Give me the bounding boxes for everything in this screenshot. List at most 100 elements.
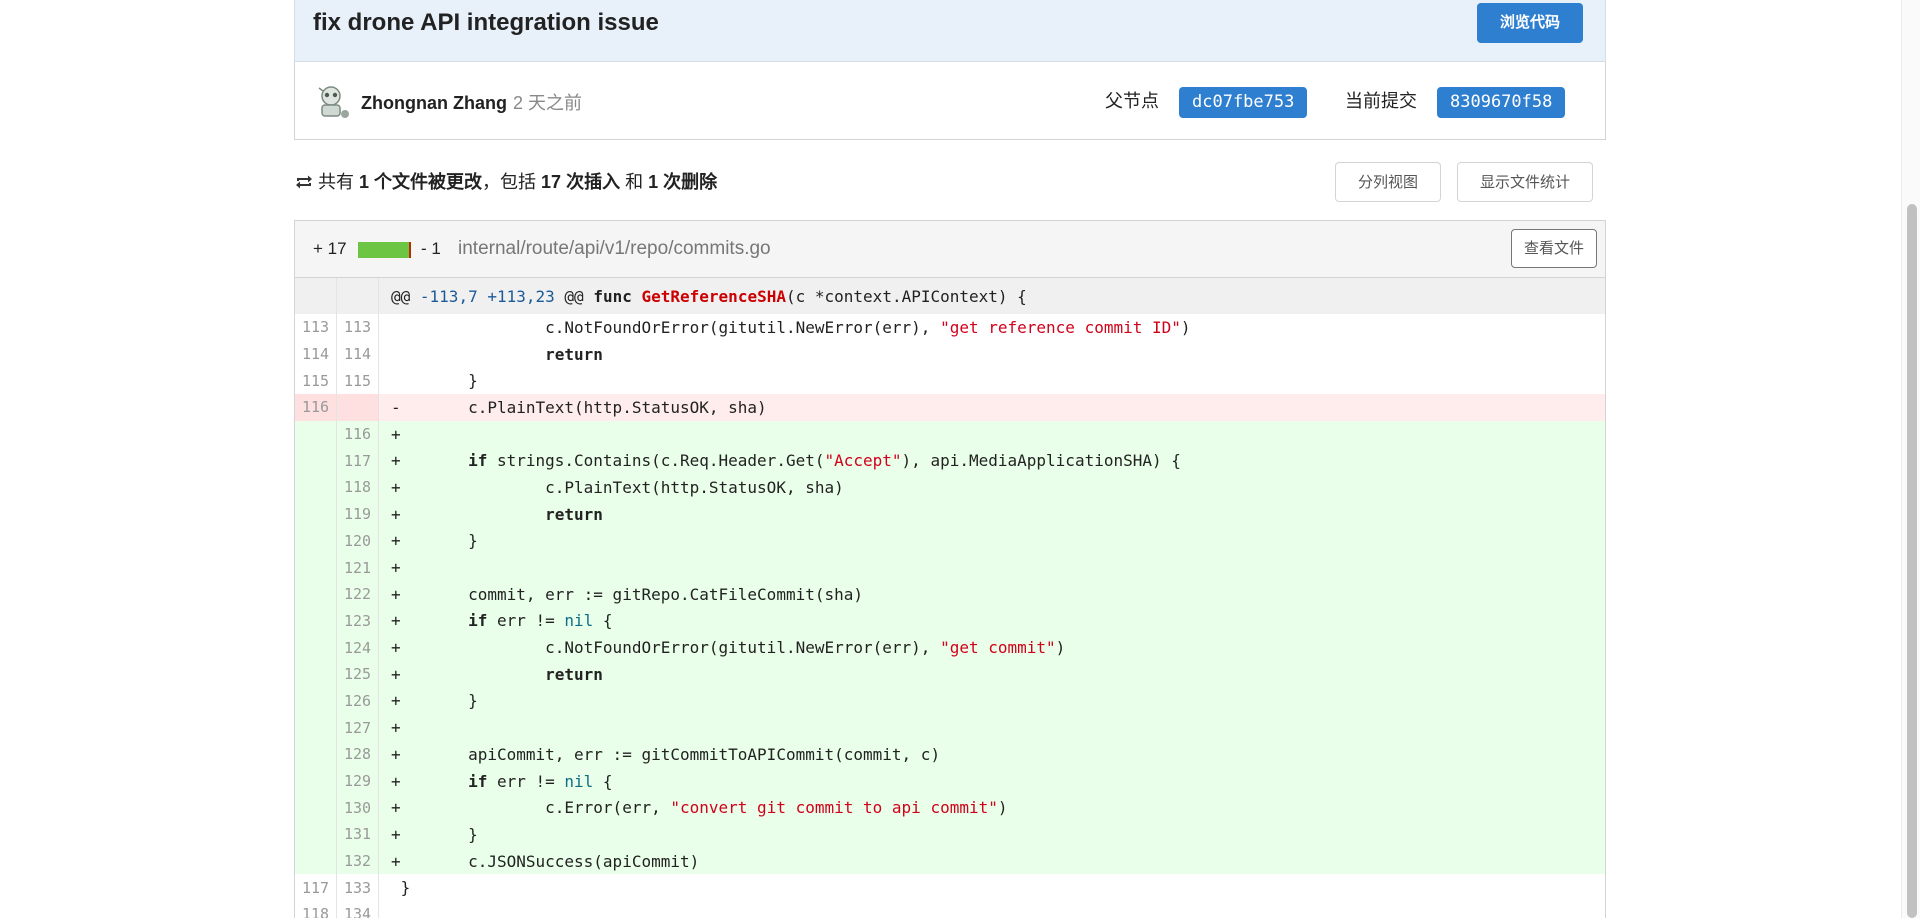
new-line-number[interactable]: 127 bbox=[336, 714, 379, 741]
diff-line-context: 115 115 } bbox=[295, 367, 1605, 395]
code-line: + } bbox=[378, 687, 1605, 715]
old-line-number[interactable] bbox=[295, 794, 337, 822]
code-line: + c.Error(err, "convert git commit to ap… bbox=[378, 794, 1605, 822]
split-view-button[interactable]: 分列视图 bbox=[1335, 162, 1442, 202]
old-line-number[interactable] bbox=[295, 607, 337, 635]
summary-mid: ，包括 bbox=[482, 172, 542, 192]
diff-line-added: 122 + commit, err := gitRepo.CatFileCommi… bbox=[295, 580, 1605, 608]
new-line-number[interactable]: 131 bbox=[336, 821, 379, 848]
old-line-number[interactable] bbox=[295, 687, 337, 715]
new-line-number[interactable]: 114 bbox=[336, 340, 379, 368]
old-line-number[interactable] bbox=[295, 660, 337, 688]
new-line-number[interactable]: 121 bbox=[336, 554, 379, 581]
commit-container: fix drone API integration issue 浏览代码 Zho… bbox=[294, 0, 1606, 918]
hunk-header: @@ -113,7 +113,23 @@ func GetReferenceSH… bbox=[378, 278, 1605, 314]
code-line: } bbox=[391, 371, 478, 391]
diff-line-context: 117 133 } bbox=[295, 874, 1605, 902]
code-line: + if err != nil { bbox=[378, 767, 1605, 795]
diff-stats-row: 共有 1 个文件被更改，包括 17 次插入 和 1 次删除 分列视图 显示文件统… bbox=[294, 140, 1606, 220]
diff-line-added: 130 + c.Error(err, "convert git commit to… bbox=[295, 794, 1605, 822]
new-line-number[interactable]: 119 bbox=[336, 500, 379, 528]
summary-prefix: 共有 bbox=[318, 172, 360, 192]
summary-deletions: 1 次删除 bbox=[648, 172, 718, 192]
new-line-number[interactable]: 117 bbox=[336, 447, 379, 475]
commit-time: 2 天之前 bbox=[512, 93, 582, 113]
old-line-number[interactable]: 113 bbox=[295, 314, 337, 341]
diff-line-added: 116 + bbox=[295, 420, 1605, 448]
old-line-number[interactable]: 114 bbox=[295, 340, 337, 368]
new-line-number[interactable]: 125 bbox=[336, 660, 379, 688]
commit-header: fix drone API integration issue 浏览代码 bbox=[294, 0, 1606, 62]
scrollbar-thumb[interactable] bbox=[1907, 204, 1917, 918]
code-line: - c.PlainText(http.StatusOK, sha) bbox=[378, 394, 1605, 421]
scrollbar-track[interactable] bbox=[1901, 0, 1920, 918]
file-deletions-count: - 1 bbox=[421, 239, 441, 258]
diff-line-added: 118 + c.PlainText(http.StatusOK, sha) bbox=[295, 474, 1605, 501]
old-line-number[interactable]: 117 bbox=[295, 874, 337, 902]
new-line-number[interactable]: 115 bbox=[336, 367, 379, 395]
old-line-number[interactable] bbox=[295, 447, 337, 475]
old-line-number[interactable] bbox=[295, 554, 337, 581]
parent-sha-group: 父节点 dc07fbe753 bbox=[1105, 87, 1308, 118]
code-line: + } bbox=[378, 527, 1605, 555]
parent-sha-badge[interactable]: dc07fbe753 bbox=[1179, 87, 1308, 118]
new-line-number[interactable]: 133 bbox=[336, 874, 379, 902]
new-line-number[interactable]: 128 bbox=[336, 741, 379, 768]
commit-meta: Zhongnan Zhang 2 天之前 父节点 dc07fbe753 当前提交 83… bbox=[294, 62, 1606, 140]
code-line: + bbox=[378, 420, 1605, 448]
new-line-number[interactable]: 118 bbox=[336, 474, 379, 501]
old-line-number[interactable] bbox=[295, 821, 337, 848]
new-line-number[interactable]: 123 bbox=[336, 607, 379, 635]
old-line-number[interactable] bbox=[295, 741, 337, 768]
old-line-number[interactable] bbox=[295, 474, 337, 501]
avatar-icon[interactable] bbox=[313, 82, 351, 120]
old-line-number[interactable] bbox=[295, 847, 337, 875]
old-line-number[interactable] bbox=[295, 500, 337, 528]
file-additions-count: + 17 bbox=[313, 239, 347, 258]
diff-line-context: 113 113 c.NotFoundOrError(gitutil.NewErro… bbox=[295, 314, 1605, 341]
new-line-number[interactable]: 116 bbox=[336, 420, 379, 448]
hunk-new-ln bbox=[336, 278, 379, 314]
new-line-number[interactable]: 129 bbox=[336, 767, 379, 795]
author-line: Zhongnan Zhang 2 天之前 bbox=[361, 89, 582, 115]
diff-line-added: 117 + if strings.Contains(c.Req.Header.Ge… bbox=[295, 447, 1605, 475]
diff-line-added: 123 + if err != nil { bbox=[295, 607, 1605, 635]
summary-files: 1 个文件被更改 bbox=[359, 172, 483, 192]
new-line-number[interactable]: 124 bbox=[336, 634, 379, 661]
parent-label: 父节点 bbox=[1105, 91, 1159, 112]
old-line-number[interactable]: 116 bbox=[295, 394, 337, 421]
new-line-number[interactable]: 120 bbox=[336, 527, 379, 555]
file-diff-box: + 17 - 1 internal/route/api/v1/repo/comm… bbox=[294, 220, 1606, 918]
code-line: + if strings.Contains(c.Req.Header.Get("… bbox=[378, 447, 1605, 475]
show-file-stats-button[interactable]: 显示文件统计 bbox=[1457, 162, 1594, 202]
old-line-number[interactable]: 118 bbox=[295, 901, 337, 918]
code-line: } bbox=[391, 878, 411, 898]
new-line-number[interactable]: 132 bbox=[336, 847, 379, 875]
code-line: c.NotFoundOrError(gitutil.NewError(err),… bbox=[391, 317, 1191, 337]
hunk-old-ln bbox=[295, 278, 337, 314]
browse-code-button[interactable]: 浏览代码 bbox=[1476, 3, 1583, 43]
old-line-number[interactable] bbox=[295, 767, 337, 795]
old-line-number[interactable] bbox=[295, 634, 337, 661]
view-file-button[interactable]: 查看文件 bbox=[1510, 229, 1597, 268]
code-line: + commit, err := gitRepo.CatFileCommit(s… bbox=[378, 580, 1605, 608]
old-line-number[interactable] bbox=[295, 420, 337, 448]
old-line-number[interactable]: 115 bbox=[295, 367, 337, 395]
code-line: + c.PlainText(http.StatusOK, sha) bbox=[378, 474, 1605, 501]
code-line: return bbox=[545, 344, 603, 364]
old-line-number[interactable] bbox=[295, 580, 337, 608]
diff-line-added: 129 + if err != nil { bbox=[295, 767, 1605, 795]
new-line-number[interactable]: 122 bbox=[336, 580, 379, 608]
old-line-number[interactable] bbox=[295, 714, 337, 741]
diff-line-added: 132 + c.JSONSuccess(apiCommit) bbox=[295, 847, 1605, 875]
new-line-number[interactable] bbox=[336, 394, 379, 421]
code-line: + return bbox=[378, 660, 1605, 688]
old-line-number[interactable] bbox=[295, 527, 337, 555]
author-name[interactable]: Zhongnan Zhang bbox=[361, 93, 507, 113]
new-line-number[interactable]: 134 bbox=[336, 901, 379, 918]
code-line: + if err != nil { bbox=[378, 607, 1605, 635]
current-sha-badge[interactable]: 8309670f58 bbox=[1437, 87, 1566, 118]
new-line-number[interactable]: 113 bbox=[336, 314, 379, 341]
new-line-number[interactable]: 126 bbox=[336, 687, 379, 715]
new-line-number[interactable]: 130 bbox=[336, 794, 379, 822]
